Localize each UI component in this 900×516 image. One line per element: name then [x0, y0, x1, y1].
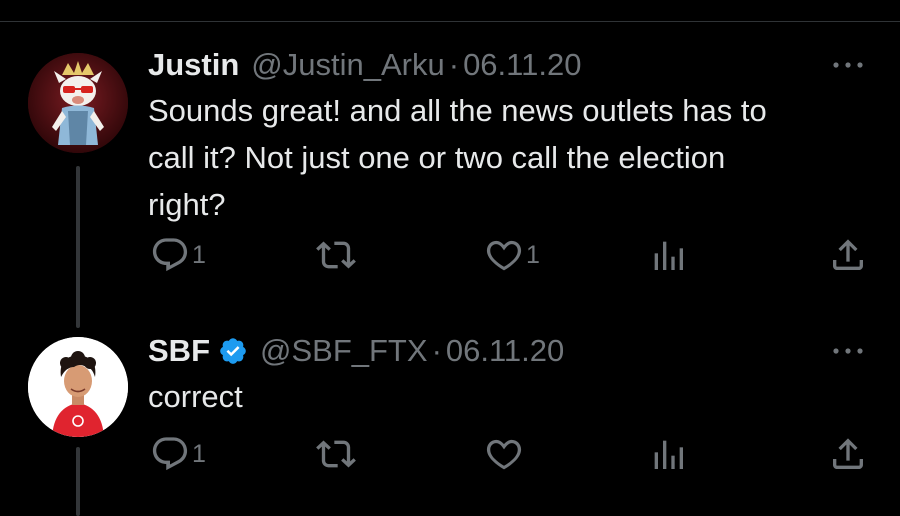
- tweet-header: Justin @Justin_Arku · 06.11.20: [148, 47, 581, 83]
- views-icon: [654, 241, 683, 270]
- profile-photo-avatar: [28, 337, 128, 437]
- views-button[interactable]: [648, 434, 688, 474]
- tweet-text-line: right?: [148, 187, 226, 222]
- heart-icon: [486, 439, 522, 470]
- like-button[interactable]: [484, 434, 526, 474]
- user-handle[interactable]: @Justin_Arku: [251, 47, 444, 83]
- tweet-header: SBF @SBF_FTX · 06.11.20: [148, 333, 564, 369]
- display-name[interactable]: Justin: [148, 47, 239, 83]
- tweet-date[interactable]: 06.11.20: [446, 333, 564, 369]
- share-button[interactable]: [828, 235, 868, 275]
- views-button[interactable]: [648, 235, 688, 275]
- like-button[interactable]: 1: [484, 235, 540, 275]
- tweet-sbf[interactable]: SBF @SBF_FTX · 06.11.20 correct 1: [0, 333, 900, 516]
- separator: ·: [448, 47, 460, 82]
- reply-icon: [152, 437, 188, 471]
- reply-button[interactable]: 1: [150, 235, 206, 275]
- share-icon: [833, 438, 863, 469]
- share-icon: [833, 239, 863, 270]
- tweet-text-line: correct: [148, 379, 243, 414]
- tweet-date[interactable]: 06.11.20: [463, 47, 581, 83]
- display-name[interactable]: SBF: [148, 333, 210, 369]
- retweet-button[interactable]: [316, 434, 358, 474]
- reply-count: 1: [192, 439, 206, 468]
- tweet-text: correct: [148, 373, 868, 420]
- verified-badge-icon: [220, 338, 246, 364]
- reply-count: 1: [192, 240, 206, 269]
- more-icon[interactable]: [830, 57, 866, 73]
- tweet-text: Sounds great! and all the news outlets h…: [148, 87, 868, 228]
- reply-button[interactable]: 1: [150, 434, 206, 474]
- tweet-justin[interactable]: Justin @Justin_Arku · 06.11.20 Sounds gr…: [0, 47, 900, 287]
- reply-icon: [152, 238, 188, 272]
- retweet-button[interactable]: [316, 235, 358, 275]
- tweet-text-line: call it? Not just one or two call the el…: [148, 140, 726, 175]
- avatar[interactable]: [28, 337, 128, 437]
- retweet-icon: [316, 440, 356, 468]
- retweet-icon: [316, 241, 356, 269]
- cartoon-fox-avatar: [28, 53, 128, 153]
- separator: ·: [431, 333, 442, 368]
- avatar[interactable]: [28, 53, 128, 153]
- like-count: 1: [526, 240, 540, 269]
- views-icon: [654, 440, 683, 469]
- share-button[interactable]: [828, 434, 868, 474]
- more-icon[interactable]: [830, 343, 866, 359]
- tweet-text-line: Sounds great! and all the news outlets h…: [148, 93, 767, 128]
- top-divider: [0, 21, 900, 22]
- user-handle[interactable]: @SBF_FTX: [260, 333, 428, 369]
- heart-icon: [486, 240, 522, 271]
